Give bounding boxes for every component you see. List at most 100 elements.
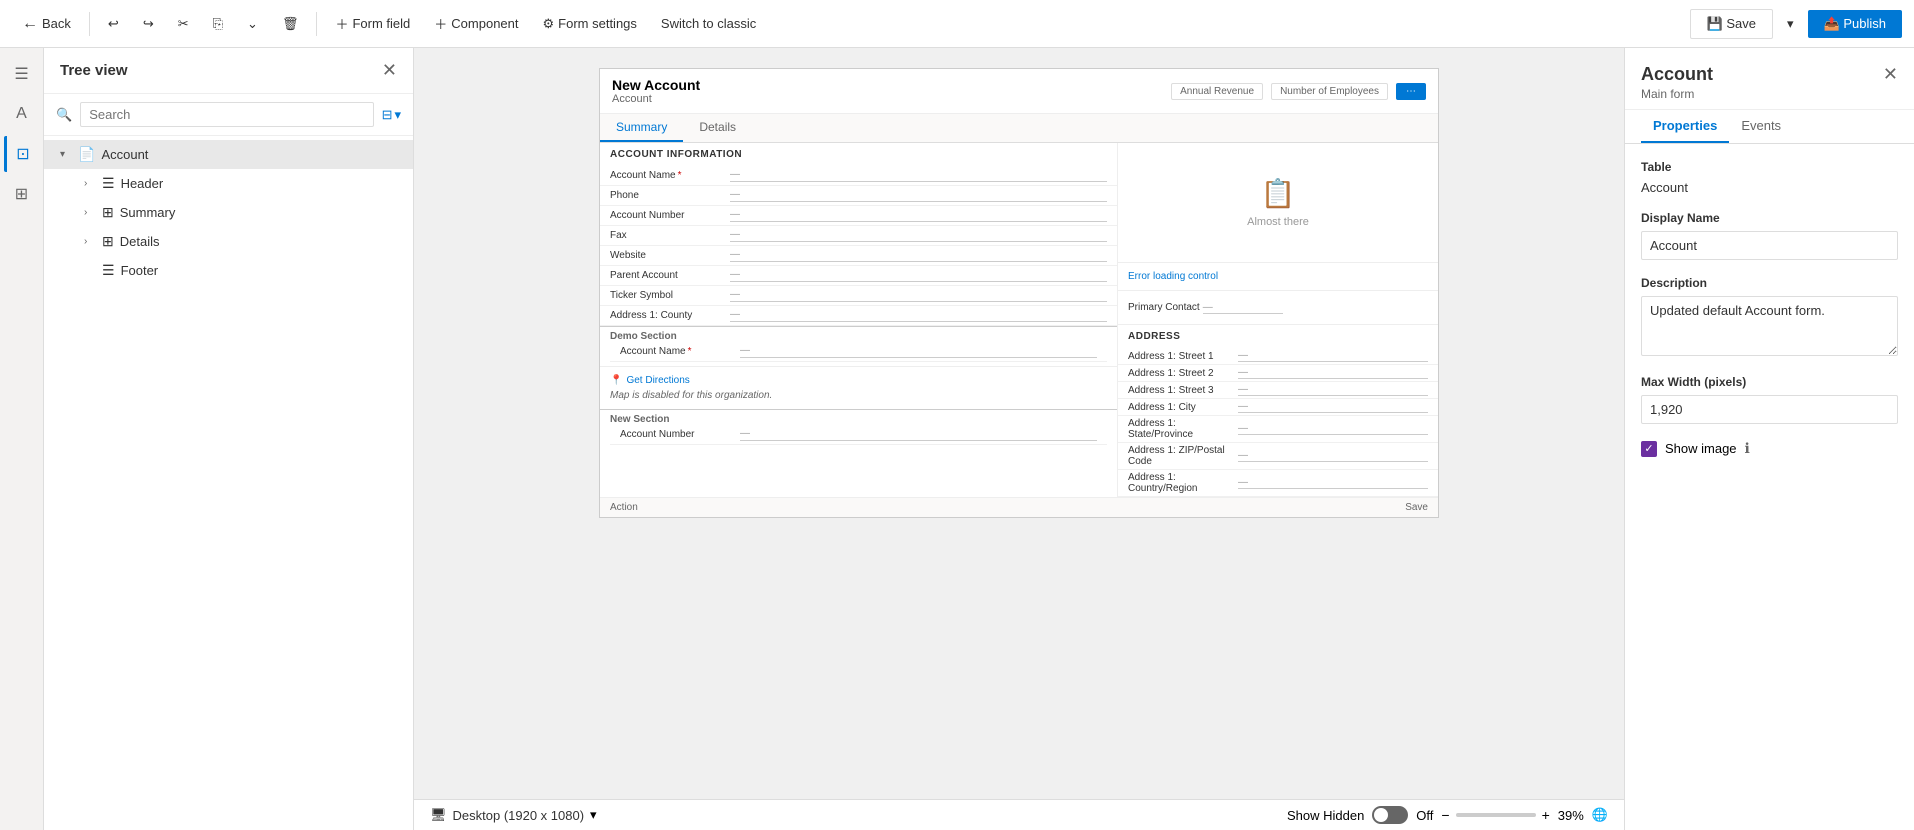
- form-tab-summary[interactable]: Summary: [600, 114, 683, 142]
- field-value-ticker-symbol: —: [730, 289, 1107, 302]
- cut-button[interactable]: ✂: [168, 12, 199, 36]
- demo-field-account-name: Account Name* —: [610, 342, 1107, 362]
- address-section: ADDRESS Address 1: Street 1 — Address 1:…: [1118, 324, 1438, 497]
- publish-button[interactable]: 📤 Publish: [1808, 10, 1902, 38]
- field-address1-county: Address 1: County —: [600, 306, 1117, 326]
- right-panel-title-area: Account Main form: [1641, 64, 1713, 101]
- field-label-website: Website: [610, 250, 730, 261]
- plus-icon-2: ＋: [434, 14, 447, 33]
- tree-search-input[interactable]: [80, 102, 373, 127]
- undo-button[interactable]: ↩: [98, 12, 129, 36]
- search-icon: 🔍: [56, 107, 72, 123]
- addr-street1-label: Address 1: Street 1: [1128, 351, 1238, 362]
- switch-classic-label: Switch to classic: [661, 16, 756, 31]
- field-label-parent-account: Parent Account: [610, 270, 730, 281]
- text-icon-btn[interactable]: A: [4, 96, 40, 132]
- show-image-info-icon[interactable]: ℹ: [1745, 440, 1750, 457]
- cut-icon: ✂: [178, 16, 189, 32]
- max-width-input[interactable]: [1641, 395, 1898, 424]
- toggle-knob: [1374, 808, 1388, 822]
- get-directions-link[interactable]: 📍 Get Directions: [610, 375, 1107, 386]
- zoom-plus-button[interactable]: +: [1542, 807, 1550, 823]
- addr-zip-label: Address 1: ZIP/Postal Code: [1128, 445, 1238, 467]
- layers-icon-btn[interactable]: ⊡: [4, 136, 40, 172]
- form-tab-details[interactable]: Details: [683, 114, 752, 142]
- show-image-checkbox[interactable]: ✓: [1641, 441, 1657, 457]
- footer-icon: ☰: [102, 262, 115, 279]
- save-label: Save: [1726, 16, 1756, 31]
- component-label: Component: [451, 16, 518, 31]
- redo-button[interactable]: ↪: [133, 12, 164, 36]
- tree-close-button[interactable]: ✕: [382, 60, 397, 81]
- tree-item-footer[interactable]: › ☰ Footer: [44, 256, 413, 285]
- tree-item-details[interactable]: › ⊞ Details: [44, 227, 413, 256]
- tree-item-summary[interactable]: › ⊞ Summary: [44, 198, 413, 227]
- globe-icon: 🌐: [1592, 807, 1608, 823]
- desktop-dropdown-button[interactable]: ▾: [590, 807, 597, 823]
- right-tab-properties[interactable]: Properties: [1641, 110, 1729, 143]
- display-name-input[interactable]: [1641, 231, 1898, 260]
- zoom-slider[interactable]: [1456, 813, 1536, 817]
- timeline-icon: 📋: [1261, 177, 1296, 210]
- tree-item-header[interactable]: › ☰ Header: [44, 169, 413, 198]
- field-account-name: Account Name* —: [600, 166, 1117, 186]
- new-section-field-value: —: [740, 428, 1097, 441]
- right-panel-close-button[interactable]: ✕: [1883, 64, 1898, 85]
- form-tabs: Summary Details: [600, 114, 1438, 143]
- addr-street2-value: —: [1238, 367, 1428, 379]
- addr-state-value: —: [1238, 423, 1428, 435]
- toolbar-right: 💾 Save ▾ 📤 Publish: [1690, 9, 1902, 39]
- prop-table: Table Account: [1641, 160, 1898, 195]
- form-settings-label: Form settings: [558, 16, 637, 31]
- form-footer-bar: Action Save: [600, 497, 1438, 517]
- description-textarea[interactable]: Updated default Account form.: [1641, 296, 1898, 356]
- plugin-icon-btn[interactable]: ⊞: [4, 176, 40, 212]
- form-settings-button[interactable]: ⚙ Form settings: [533, 12, 647, 36]
- hamburger-icon-btn[interactable]: ☰: [4, 56, 40, 92]
- back-icon: ←: [22, 15, 38, 33]
- demo-field-value: —: [740, 345, 1097, 358]
- addr-street3-label: Address 1: Street 3: [1128, 385, 1238, 396]
- left-icon-bar: ☰ A ⊡ ⊞: [0, 48, 44, 830]
- switch-classic-button[interactable]: Switch to classic: [651, 12, 766, 35]
- addr-street1: Address 1: Street 1 —: [1118, 348, 1438, 365]
- more-icon: ⌄: [247, 16, 258, 32]
- footer-action-label: Action: [610, 502, 638, 513]
- new-section-field-label: Account Number: [620, 429, 740, 440]
- tree-item-account[interactable]: ▾ 📄 Account: [44, 140, 413, 169]
- addr-country: Address 1: Country/Region —: [1118, 470, 1438, 497]
- undo-icon: ↩: [108, 16, 119, 32]
- field-account-number: Account Number —: [600, 206, 1117, 226]
- right-panel-subtitle: Main form: [1641, 87, 1713, 101]
- tree-filter-button[interactable]: ⊟ ▾: [382, 107, 401, 123]
- account-info-section: ACCOUNT INFORMATION: [600, 143, 1117, 166]
- form-field-label: Form field: [352, 16, 410, 31]
- save-dropdown-button[interactable]: ▾: [1777, 12, 1804, 36]
- details-label: Details: [120, 234, 160, 249]
- show-hidden-toggle[interactable]: [1372, 806, 1408, 824]
- field-value-account-name: —: [730, 169, 1107, 182]
- form-left-col: ACCOUNT INFORMATION Account Name* — Phon…: [600, 143, 1118, 497]
- right-tab-events[interactable]: Events: [1729, 110, 1793, 143]
- back-button[interactable]: ← Back: [12, 11, 81, 37]
- field-label-ticker-symbol: Ticker Symbol: [610, 290, 730, 301]
- addr-street1-value: —: [1238, 350, 1428, 362]
- save-icon: 💾: [1707, 16, 1723, 31]
- account-expand-icon: ▾: [60, 149, 72, 160]
- form-field-button[interactable]: ＋ Form field: [325, 10, 420, 37]
- addr-street2: Address 1: Street 2 —: [1118, 365, 1438, 382]
- delete-icon: 🗑: [282, 16, 299, 32]
- footer-label: Footer: [121, 263, 159, 278]
- component-button[interactable]: ＋ Component: [424, 10, 528, 37]
- zoom-minus-button[interactable]: −: [1441, 807, 1449, 823]
- timeline-area: 📋 Almost there: [1118, 143, 1438, 263]
- save-button[interactable]: 💾 Save: [1690, 9, 1773, 39]
- copy-button[interactable]: ⎘: [203, 12, 233, 36]
- field-value-account-number: —: [730, 209, 1107, 222]
- error-loading-control[interactable]: Error loading control: [1118, 263, 1438, 290]
- delete-button[interactable]: 🗑: [272, 12, 309, 36]
- form-header-button[interactable]: ⋯: [1396, 83, 1426, 100]
- tree-search-bar: 🔍 ⊟ ▾: [44, 94, 413, 136]
- field-label-account-name: Account Name*: [610, 170, 730, 181]
- more-button[interactable]: ⌄: [237, 12, 268, 36]
